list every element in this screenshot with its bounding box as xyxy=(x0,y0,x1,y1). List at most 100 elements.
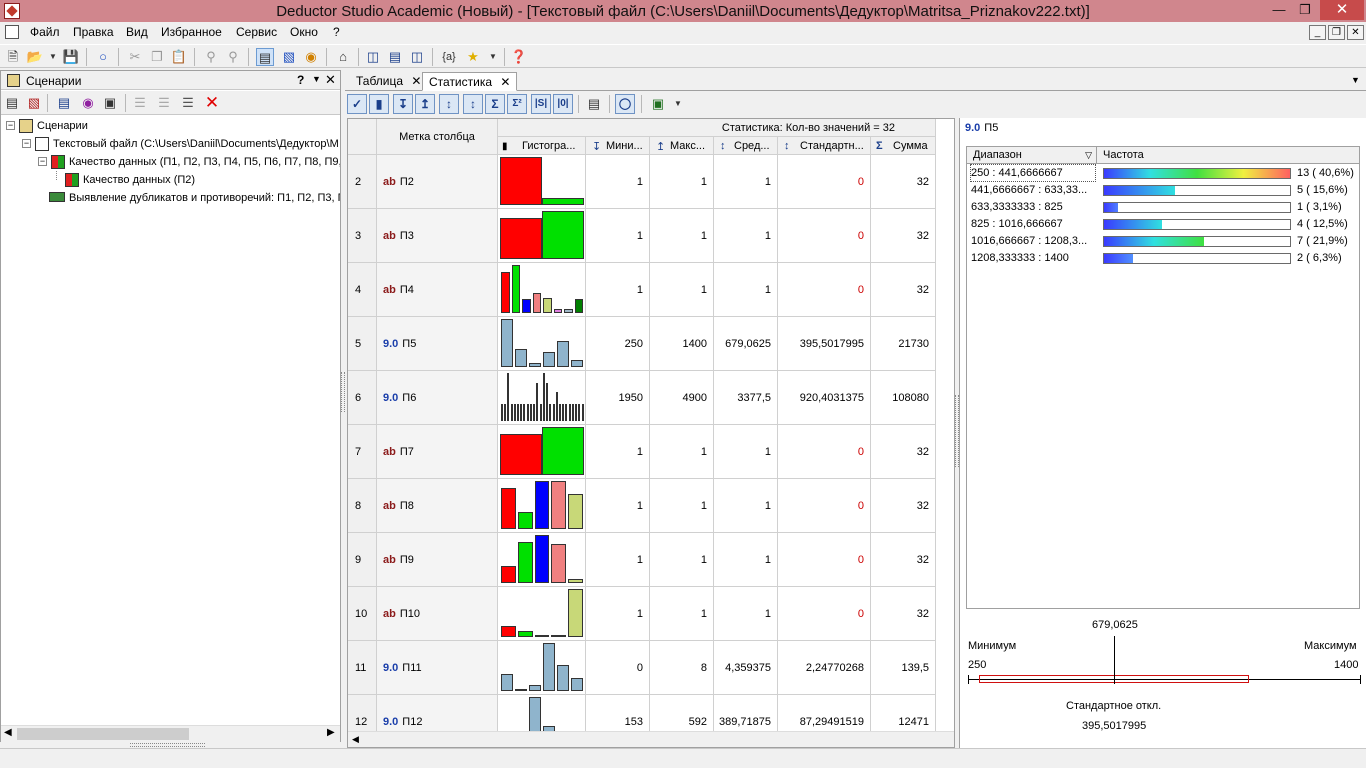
column-label-cell[interactable]: 9.0 П5 xyxy=(377,317,498,371)
bottom-splitter-grip[interactable] xyxy=(130,743,205,747)
frequency-row[interactable]: 633,3333333 : 825 1 ( 3,1%) xyxy=(967,199,1359,216)
menu-window[interactable]: Окно xyxy=(290,25,318,39)
table-row[interactable]: 4 ab П4 1 1 1 0 32 xyxy=(348,263,936,317)
column-label-cell[interactable]: ab П8 xyxy=(377,479,498,533)
report-icon[interactable]: ◉ xyxy=(302,48,320,66)
document-menu-icon[interactable] xyxy=(5,25,19,39)
histogram-column-header[interactable]: Гистогра... xyxy=(498,137,586,155)
frequency-row[interactable]: 441,6666667 : 633,33... 5 ( 15,6%) xyxy=(967,182,1359,199)
excel-export-icon[interactable]: ▣ xyxy=(649,95,667,113)
histogram-cell[interactable] xyxy=(498,263,586,317)
menu-favorites[interactable]: Избранное xyxy=(161,25,222,39)
frequency-row[interactable]: 1016,666667 : 1208,3... 7 ( 21,9%) xyxy=(967,233,1359,250)
export-dropdown-icon[interactable]: ▼ xyxy=(669,95,687,113)
scroll-right-icon[interactable]: ▶ xyxy=(327,727,335,738)
frequency-row[interactable]: 1208,333333 : 1400 2 ( 6,3%) xyxy=(967,250,1359,267)
column-label-cell[interactable]: 9.0 П12 xyxy=(377,695,498,731)
tree-node-data-quality-p2[interactable]: Качество данных (П2) xyxy=(1,171,340,189)
tab-close-icon[interactable]: ✕ xyxy=(411,74,421,88)
right-splitter-grip[interactable] xyxy=(955,395,959,467)
favorites-star-icon[interactable]: ★ xyxy=(464,48,482,66)
tile-vertical-icon[interactable]: ◫ xyxy=(408,48,426,66)
open-dropdown-icon[interactable]: ▼ xyxy=(44,48,62,66)
paste-icon[interactable]: 📋 xyxy=(170,48,188,66)
tree-node-data-quality[interactable]: − Качество данных (П1, П2, П3, П4, П5, П… xyxy=(1,153,340,171)
mean-icon[interactable]: ↕ xyxy=(439,94,459,114)
histogram-cell[interactable] xyxy=(498,317,586,371)
frequency-row[interactable]: 825 : 1016,666667 4 ( 12,5%) xyxy=(967,216,1359,233)
wizard-export-icon[interactable]: ◉ xyxy=(79,94,97,112)
maximize-button[interactable]: ❐ xyxy=(1292,1,1318,19)
glasses-icon[interactable]: ◯ xyxy=(615,94,635,114)
notebook-icon[interactable]: ▧ xyxy=(280,48,298,66)
sum-icon[interactable]: Σ xyxy=(485,94,505,114)
range-column-header[interactable]: Диапазон ▽ xyxy=(967,147,1097,164)
column-label-cell[interactable]: ab П7 xyxy=(377,425,498,479)
mdi-restore-button[interactable]: ❐ xyxy=(1328,25,1345,40)
column-label-cell[interactable]: ab П4 xyxy=(377,263,498,317)
histogram-cell[interactable] xyxy=(498,371,586,425)
histogram-cell[interactable] xyxy=(498,425,586,479)
tile-horizontal-icon[interactable]: ▤ xyxy=(386,48,404,66)
histogram-cell[interactable] xyxy=(498,587,586,641)
table-row[interactable]: 11 9.0 П11 0 8 4,359375 2,24770268 139,5 xyxy=(348,641,936,695)
tree-node-text-file[interactable]: − Текстовый файл (C:\Users\Daniil\Docume… xyxy=(1,135,340,153)
panel-menu-chevron-icon[interactable]: ▼ xyxy=(312,74,321,84)
column-label-cell[interactable]: ab П3 xyxy=(377,209,498,263)
std-column-header[interactable]: Стандартн... xyxy=(778,137,871,155)
grid-horizontal-scrollbar[interactable]: ◀ ▶ xyxy=(348,731,954,747)
histogram-icon[interactable]: ▮ xyxy=(369,94,389,114)
tab-close-icon[interactable]: ✕ xyxy=(500,75,510,89)
home-icon[interactable]: ⌂ xyxy=(334,48,352,66)
tab-table[interactable]: Таблица ✕ xyxy=(350,72,427,91)
histogram-cell[interactable] xyxy=(498,209,586,263)
menu-edit[interactable]: Правка xyxy=(73,25,114,39)
tree-horizontal-scrollbar[interactable]: ◀ ▶ xyxy=(1,725,340,742)
copy-icon[interactable]: ❐ xyxy=(148,48,166,66)
histogram-cell[interactable] xyxy=(498,641,586,695)
left-splitter-grip[interactable] xyxy=(341,372,345,412)
wizard-visualization-icon[interactable]: ▤ xyxy=(55,94,73,112)
std-deviation-icon[interactable]: ↕ xyxy=(463,94,483,114)
scrollbar-thumb[interactable] xyxy=(17,728,189,740)
help-icon[interactable]: ❓ xyxy=(510,48,528,66)
frequency-row[interactable]: 250 : 441,6666667 13 ( 40,6%) xyxy=(967,164,1359,182)
panel-close-icon[interactable]: ✕ xyxy=(325,72,336,88)
frequency-column-header[interactable]: Частота xyxy=(1097,147,1359,164)
table-row[interactable]: 10 ab П10 1 1 1 0 32 xyxy=(348,587,936,641)
histogram-cell[interactable] xyxy=(498,533,586,587)
cascade-windows-icon[interactable]: ◫ xyxy=(364,48,382,66)
table-row[interactable]: 8 ab П8 1 1 1 0 32 xyxy=(348,479,936,533)
tree-node-duplicates[interactable]: Выявление дубликатов и противоречий: П1,… xyxy=(1,189,340,207)
menu-file[interactable]: Файл xyxy=(30,25,60,39)
table-row[interactable]: 9 ab П9 1 1 1 0 32 xyxy=(348,533,936,587)
histogram-cell[interactable] xyxy=(498,479,586,533)
column-label-cell[interactable]: 9.0 П6 xyxy=(377,371,498,425)
column-label-cell[interactable]: ab П10 xyxy=(377,587,498,641)
table-row[interactable]: 6 9.0 П6 1950 4900 3377,5 920,4031375 108080 xyxy=(348,371,936,425)
mdi-close-button[interactable]: ✕ xyxy=(1347,25,1364,40)
settings-icon[interactable]: ▤ xyxy=(585,95,603,113)
expander-icon[interactable]: − xyxy=(38,157,47,166)
scroll-left-icon[interactable]: ◀ xyxy=(352,734,359,745)
column-label-cell[interactable]: ab П2 xyxy=(377,155,498,209)
wizard-view-icon[interactable]: ▣ xyxy=(101,94,119,112)
wizard-processing-icon[interactable]: ▧ xyxy=(25,94,43,112)
cut-icon[interactable]: ✂ xyxy=(126,48,144,66)
tabs-dropdown-icon[interactable]: ▼ xyxy=(1351,75,1360,85)
menu-service[interactable]: Сервис xyxy=(236,25,277,39)
table-row[interactable]: 3 ab П3 1 1 1 0 32 xyxy=(348,209,936,263)
open-folder-icon[interactable]: 📂 xyxy=(26,48,44,66)
table-row[interactable]: 12 9.0 П12 153 592 389,71875 87,29491519 12471 xyxy=(348,695,936,731)
find-next-icon[interactable]: ⚲ xyxy=(224,48,242,66)
tree-structure-icon[interactable]: ☰ xyxy=(179,94,197,112)
table-row[interactable]: 5 9.0 П5 250 1400 679,0625 395,5017995 21730 xyxy=(348,317,936,371)
tree-node-scenarios[interactable]: − Сценарии xyxy=(1,117,340,135)
check-icon[interactable]: ✓ xyxy=(347,94,367,114)
tree-move-up-icon[interactable]: ☰ xyxy=(131,94,149,112)
variables-icon[interactable]: {a} xyxy=(440,48,458,66)
find-icon[interactable]: ⚲ xyxy=(202,48,220,66)
delete-icon[interactable]: ✕ xyxy=(203,94,221,112)
table-row[interactable]: 7 ab П7 1 1 1 0 32 xyxy=(348,425,936,479)
tree-move-down-icon[interactable]: ☰ xyxy=(155,94,173,112)
